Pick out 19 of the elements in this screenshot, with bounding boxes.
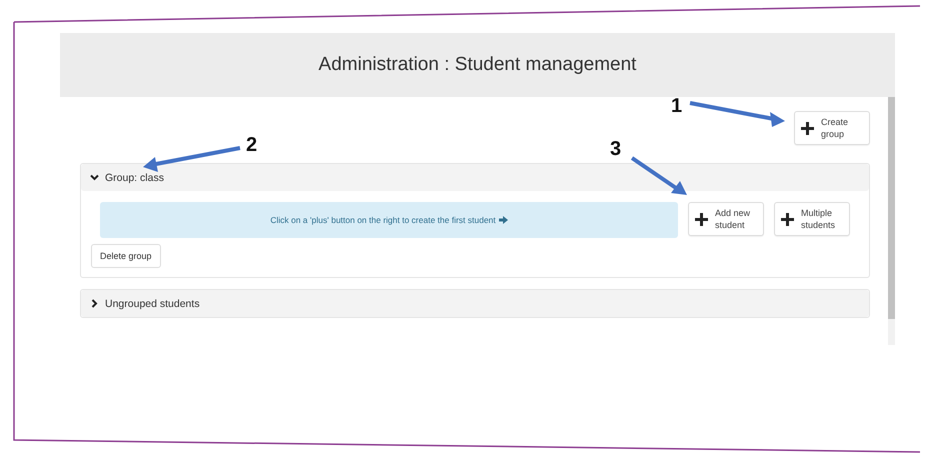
page-title: Administration : Student management [318, 54, 636, 76]
create-group-button[interactable]: Create group [794, 111, 870, 145]
step-number: 1 [671, 96, 682, 116]
add-student-button[interactable]: Add new student [688, 202, 764, 236]
plus-icon [781, 212, 794, 226]
plus-icon [801, 122, 814, 134]
group-header[interactable]: Group: class [81, 164, 869, 191]
group-title: Ungrouped students [105, 298, 200, 310]
multiple-students-button[interactable]: Multiple students [774, 202, 850, 236]
arrow-right-icon [498, 216, 508, 224]
group-header[interactable]: Ungrouped students [81, 290, 869, 317]
step-number: 3 [610, 139, 622, 159]
group-title: Group: class [105, 172, 164, 184]
plus-icon [695, 212, 708, 226]
pointer-arrow [630, 156, 687, 195]
hint-text: Click on a 'plus' button on the right to create the first student [270, 215, 496, 225]
delete-group-button[interactable]: Delete group [91, 244, 161, 268]
step-number: 2 [246, 135, 258, 155]
scrollbar[interactable] [888, 97, 895, 345]
